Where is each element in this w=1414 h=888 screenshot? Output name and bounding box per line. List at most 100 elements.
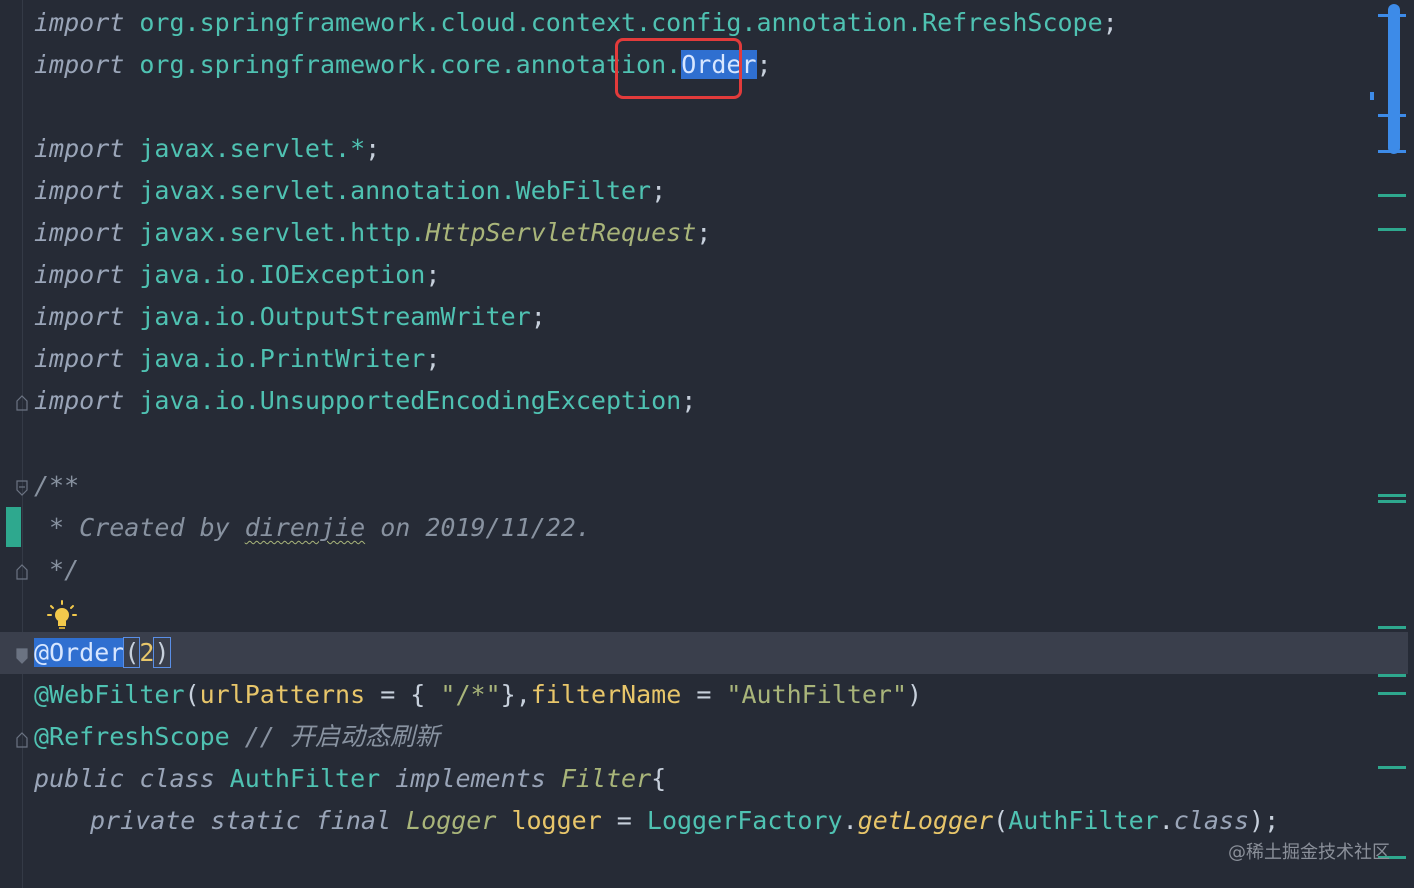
fold-icon[interactable] (15, 564, 29, 580)
class-ref: LoggerFactory (646, 806, 843, 835)
author-name: direnjie (244, 513, 366, 542)
keyword-class: class (124, 764, 215, 793)
keyword-import: import (34, 260, 125, 289)
stripe-marker[interactable] (1378, 114, 1406, 117)
doc-comment: on 2019/11/22. (365, 513, 591, 542)
param-url-patterns: urlPatterns (199, 680, 366, 709)
annotation-arg: 2 (139, 638, 155, 667)
stripe-marker[interactable] (1378, 626, 1406, 629)
semicolon: ; (651, 176, 667, 205)
code-line-class-decl[interactable]: public class AuthFilter implements Filte… (34, 758, 666, 800)
statement-end: ); (1249, 806, 1280, 835)
string-literal: "/*" (440, 680, 501, 709)
param-filter-name: filterName (530, 680, 682, 709)
lightbulb-icon[interactable] (46, 600, 78, 632)
stripe-marker[interactable] (1378, 494, 1406, 497)
keyword-import: import (34, 50, 125, 79)
semicolon: ; (530, 302, 546, 331)
annotation-refreshscope: @RefreshScope (34, 722, 230, 751)
highlight-box (615, 38, 742, 99)
stripe-marker[interactable] (1378, 150, 1406, 153)
keyword-import: import (34, 344, 125, 373)
semicolon: ; (696, 218, 712, 247)
stripe-marker[interactable] (1378, 194, 1406, 197)
semicolon: ; (425, 344, 441, 373)
import-path: java.io.PrintWriter (124, 344, 426, 373)
line-comment: // 开启动态刷新 (229, 722, 440, 751)
keyword-public: public (34, 764, 125, 793)
code-line-1[interactable]: import org.springframework.cloud.context… (34, 2, 1118, 44)
fold-icon[interactable] (15, 480, 29, 496)
keyword-implements: implements (380, 764, 546, 793)
class-ref: AuthFilter (1008, 806, 1159, 835)
keyword-import: import (34, 8, 125, 37)
code-line-3[interactable]: import javax.servlet.*; (34, 128, 380, 170)
code-line-logger[interactable]: private static final Logger logger = Log… (90, 800, 1279, 842)
stripe-marker[interactable] (1378, 500, 1406, 503)
code-line-9[interactable]: import java.io.UnsupportedEncodingExcept… (34, 380, 696, 422)
field-name: logger (496, 806, 602, 835)
import-path: javax.servlet.http. (124, 218, 426, 247)
code-line-webfilter[interactable]: @WebFilter(urlPatterns = { "/*"},filterN… (34, 674, 922, 716)
code-line-6[interactable]: import java.io.IOException; (34, 254, 440, 296)
keyword-class: class (1173, 806, 1250, 835)
annotation-webfilter: @WebFilter (34, 680, 185, 709)
import-path: java.io.IOException (124, 260, 426, 289)
class-name: AuthFilter (214, 764, 381, 793)
type-name: Logger (391, 806, 497, 835)
code-line-comment-body[interactable]: * Created by direnjie on 2019/11/22. (34, 507, 591, 549)
code-line-refreshscope[interactable]: @RefreshScope // 开启动态刷新 (34, 716, 440, 758)
code-line-8[interactable]: import java.io.PrintWriter; (34, 338, 440, 380)
stripe-marker[interactable] (1378, 14, 1406, 17)
import-path: java.io.OutputStreamWriter (124, 302, 531, 331)
doc-comment: */ (34, 555, 80, 584)
code-line-5[interactable]: import javax.servlet.http.HttpServletReq… (34, 212, 711, 254)
fold-icon[interactable] (15, 732, 29, 748)
code-line-7[interactable]: import java.io.OutputStreamWriter; (34, 296, 546, 338)
paren-close: ) (907, 680, 923, 709)
dot: . (842, 806, 858, 835)
semicolon: ; (1102, 8, 1118, 37)
separator: }, (500, 680, 531, 709)
stripe-marker[interactable] (1378, 674, 1406, 677)
annotation-at: @ (34, 638, 50, 667)
keyword-private: private (90, 806, 196, 835)
current-line-highlight (0, 632, 1408, 674)
code-line-comment-end[interactable]: */ (34, 549, 79, 591)
paren-open: ( (184, 680, 200, 709)
keyword-final: final (300, 806, 392, 835)
doc-comment: * Created by (34, 513, 245, 542)
watermark: @稀土掘金技术社区 (1228, 842, 1390, 863)
code-line-4[interactable]: import javax.servlet.annotation.WebFilte… (34, 170, 666, 212)
keyword-import: import (34, 134, 125, 163)
semicolon: ; (681, 386, 697, 415)
keyword-import: import (34, 176, 125, 205)
brace-open: { (651, 764, 667, 793)
interface-name: Filter (545, 764, 652, 793)
import-path: java.io.UnsupportedEncodingException (124, 386, 682, 415)
paren-open: ( (123, 637, 141, 668)
stripe-marker[interactable] (1378, 692, 1406, 695)
keyword-import: import (34, 218, 125, 247)
code-line-order-annotation[interactable]: @Order(2) (34, 632, 171, 674)
string-literal: "AuthFilter" (726, 680, 908, 709)
keyword-import: import (34, 302, 125, 331)
keyword-import: import (34, 386, 125, 415)
class-name: HttpServletRequest (425, 218, 697, 247)
stripe-marker[interactable] (1378, 228, 1406, 231)
vcs-change-marker (6, 507, 21, 547)
scrollbar-thumb[interactable] (1388, 4, 1400, 154)
fold-icon[interactable] (15, 395, 29, 411)
semicolon: ; (756, 50, 772, 79)
import-path: org.springframework.cloud.context.config… (124, 8, 1103, 37)
stripe-marker[interactable] (1370, 92, 1374, 100)
fold-icon[interactable] (15, 648, 29, 664)
stripe-marker[interactable] (1378, 766, 1406, 769)
assign: = (681, 680, 727, 709)
code-line-comment-start[interactable]: /** (34, 465, 79, 507)
selected-annotation-order[interactable]: Order (49, 638, 125, 667)
editor-gutter (0, 0, 23, 888)
doc-comment: /** (34, 471, 80, 500)
import-path: org.springframework.core.annotation (124, 50, 667, 79)
import-path: javax.servlet.annotation.WebFilter (124, 176, 652, 205)
